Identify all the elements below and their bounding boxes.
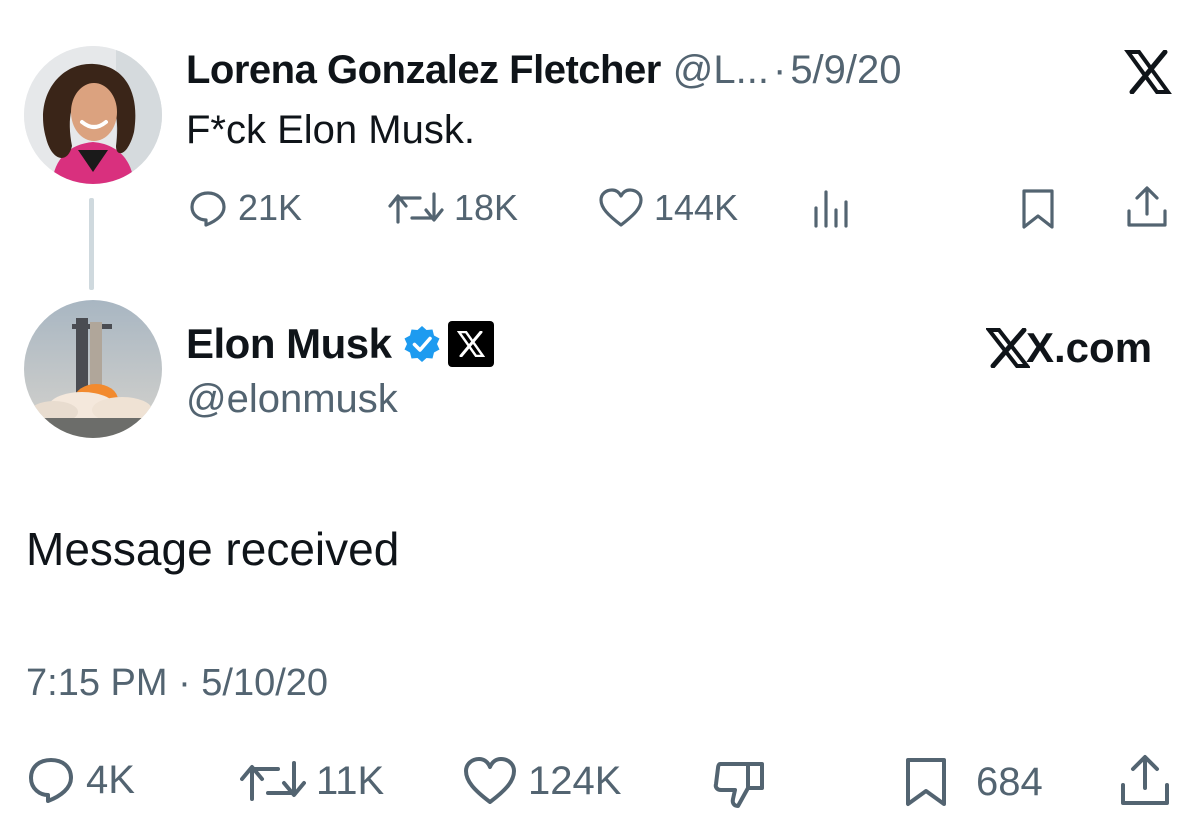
reply-button[interactable]: 21K (188, 186, 302, 230)
retweet-count: 11K (316, 758, 385, 803)
views-icon[interactable] (810, 188, 854, 233)
bookmark-count: 684 (976, 759, 1043, 804)
tweet-timestamp[interactable]: 7:15 PM · 5/10/20 (26, 662, 328, 705)
bookmark-icon (906, 758, 946, 806)
verified-badge-icon (402, 324, 442, 364)
thread-line (89, 198, 94, 290)
x-affiliate-badge-icon (447, 321, 494, 367)
reply-tweet-header: Elon Musk (186, 318, 494, 370)
like-button[interactable]: 144K (598, 186, 738, 230)
author-handle[interactable]: @L... (673, 48, 769, 93)
tweet-text: Message received (26, 523, 400, 575)
like-count: 144K (654, 187, 739, 228)
person-avatar-image (24, 46, 162, 184)
site-watermark: X.com (986, 324, 1152, 372)
retweet-button[interactable]: 11K (240, 756, 384, 806)
reply-count: 21K (238, 187, 303, 228)
reply-icon (190, 191, 226, 227)
retweet-icon (388, 192, 444, 224)
x-logo-icon (986, 328, 1030, 368)
separator-dot: · (772, 47, 787, 92)
avatar[interactable] (24, 46, 162, 184)
site-label: X.com (1026, 324, 1153, 371)
heart-icon (464, 757, 516, 804)
tweet-text: F*ck Elon Musk. (186, 108, 475, 152)
rocket-launch-avatar-image (24, 300, 162, 438)
like-button[interactable]: 124K (462, 756, 621, 806)
bookmark-button[interactable]: 684 (902, 756, 1043, 808)
reply-button[interactable]: 4K (26, 754, 135, 806)
dislike-icon[interactable] (712, 758, 768, 815)
reply-icon (29, 758, 73, 803)
retweet-icon (240, 761, 306, 801)
tweet-thread-page: { "parent_tweet": { "author_name": "Lore… (0, 0, 1200, 832)
heart-icon (599, 188, 643, 227)
author-name[interactable]: Elon Musk (186, 320, 392, 368)
share-icon[interactable] (1124, 184, 1170, 235)
bookmark-icon[interactable] (1018, 188, 1058, 235)
tweet-date[interactable]: 5/9/20 (790, 48, 901, 93)
x-logo-icon (1124, 49, 1172, 99)
author-handle[interactable]: @elonmusk (186, 377, 398, 422)
like-count: 124K (528, 758, 622, 803)
retweet-button[interactable]: 18K (388, 186, 518, 230)
share-icon[interactable] (1118, 752, 1172, 813)
reply-count: 4K (86, 757, 135, 802)
avatar[interactable] (24, 300, 162, 438)
author-name[interactable]: Lorena Gonzalez Fletcher (186, 48, 661, 93)
retweet-count: 18K (454, 187, 519, 228)
parent-tweet-header: Lorena Gonzalez Fletcher @L... · 5/9/20 (186, 44, 902, 96)
